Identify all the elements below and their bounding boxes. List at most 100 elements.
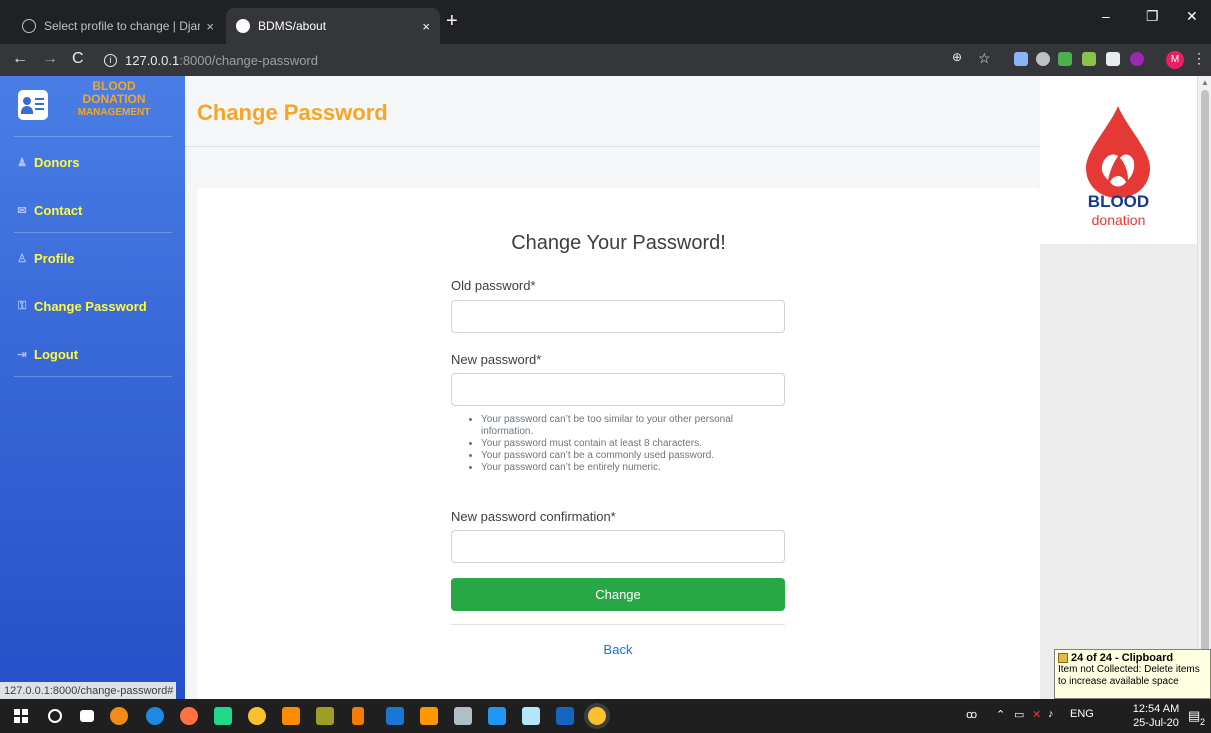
envelope-icon: ✉ xyxy=(17,204,27,217)
old-password-label: Old password* xyxy=(451,278,536,293)
url-host: 127.0.0.1 xyxy=(125,52,180,68)
back-arrow-icon[interactable]: ← xyxy=(12,50,28,68)
password-help-list: Your password can’t be too similar to yo… xyxy=(467,414,787,474)
address-bar[interactable]: i 127.0.0.1 :8000/change-password xyxy=(104,48,964,72)
sidebar-item-label: Change Password xyxy=(34,298,147,314)
sidebar-item-contact[interactable]: ✉ Contact xyxy=(16,200,82,220)
chrome-icon[interactable] xyxy=(248,707,266,725)
blood-donation-logo: BLOOD donation xyxy=(1040,76,1197,244)
network-icon[interactable]: ✕ xyxy=(1032,708,1041,721)
scroll-thumb[interactable] xyxy=(1201,90,1209,690)
main-content: Change Password Change Your Password! Ol… xyxy=(185,76,1040,699)
sidebar-item-logout[interactable]: ⇥ Logout xyxy=(16,344,78,364)
sidebar-item-profile[interactable]: ♙ Profile xyxy=(16,248,74,268)
volume-icon[interactable]: ♪ xyxy=(1048,708,1054,720)
file-explorer-icon[interactable] xyxy=(386,707,404,725)
help-item: Your password can’t be too similar to yo… xyxy=(481,414,787,438)
search-circle-icon[interactable] xyxy=(48,709,62,723)
help-item: Your password can’t be a commonly used p… xyxy=(481,450,787,462)
add-user-icon: ♟ xyxy=(17,156,27,169)
brand-line-2: DONATION xyxy=(82,92,146,106)
pycharm-icon[interactable] xyxy=(214,707,232,725)
tab-bdms-about[interactable]: BDMS/about × xyxy=(226,8,440,44)
logout-icon: ⇥ xyxy=(17,348,27,361)
help-item: Your password must contain at least 8 ch… xyxy=(481,438,787,450)
download-extension-icon[interactable] xyxy=(1014,52,1028,66)
new-tab-button[interactable]: + xyxy=(446,10,458,33)
brave-browser-icon[interactable] xyxy=(110,707,128,725)
minimize-button[interactable]: – xyxy=(1102,8,1110,24)
powershell-icon[interactable] xyxy=(556,707,574,725)
back-link[interactable]: Back xyxy=(451,642,785,657)
color-extension-icon[interactable] xyxy=(1058,52,1072,66)
profile-extension-icon[interactable] xyxy=(1130,52,1144,66)
paint-icon[interactable] xyxy=(454,707,472,725)
clipboard-title-row: 24 of 24 - Clipboard xyxy=(1058,652,1207,664)
edge-browser-icon[interactable] xyxy=(146,707,164,725)
battery-extension-icon[interactable] xyxy=(1082,52,1096,66)
new-password-field[interactable] xyxy=(451,373,785,406)
form-divider xyxy=(451,624,785,625)
confirm-password-label: New password confirmation* xyxy=(451,509,616,524)
brand[interactable]: BLOOD DONATION MANAGEMENT xyxy=(0,76,185,136)
sidebar-item-donors[interactable]: ♟ Donors xyxy=(16,152,79,172)
language-indicator[interactable]: ENG xyxy=(1070,708,1094,720)
shield-extension-icon[interactable] xyxy=(1036,52,1050,66)
logo-word-donation: donation xyxy=(1091,212,1146,228)
bookmark-star-icon[interactable]: ☆ xyxy=(978,50,991,67)
vscode-icon[interactable] xyxy=(488,707,506,725)
sidebar-divider xyxy=(14,376,172,377)
jupyter-icon[interactable] xyxy=(352,707,364,725)
old-password-field[interactable] xyxy=(451,300,785,333)
system-clock[interactable]: 12:54 AM 25-Jul-20 xyxy=(1130,702,1182,730)
scroll-up-arrow-icon[interactable]: ▲ xyxy=(1201,78,1209,87)
new-password-label: New password* xyxy=(451,352,542,367)
sidebar-item-change-password[interactable]: ⚿ Change Password xyxy=(16,296,147,316)
confirm-password-field[interactable] xyxy=(451,530,785,563)
page-scrollbar[interactable]: ▲ xyxy=(1197,76,1211,699)
close-window-button[interactable]: ✕ xyxy=(1186,8,1198,25)
globe-icon xyxy=(236,19,250,33)
clipboard-title: 24 of 24 - Clipboard xyxy=(1071,652,1174,664)
clipboard-icon xyxy=(1058,653,1068,664)
sidebar-item-label: Contact xyxy=(34,202,83,218)
clipboard-message: Item not Collected: Delete items to incr… xyxy=(1058,664,1200,687)
form-heading: Change Your Password! xyxy=(511,232,726,254)
change-button[interactable]: Change xyxy=(451,578,785,611)
battery-icon[interactable]: ▭ xyxy=(1014,708,1024,721)
maximize-button[interactable]: ❐ xyxy=(1146,8,1159,25)
xampp-icon[interactable] xyxy=(282,707,300,725)
windows-start-icon[interactable] xyxy=(14,709,28,723)
change-password-card: Change Your Password! Old password* New … xyxy=(197,188,1040,699)
chrome-active-icon[interactable] xyxy=(588,707,606,725)
sidebar: BLOOD DONATION MANAGEMENT ♟ Donors ✉ Con… xyxy=(0,76,185,699)
help-item: Your password can’t be entirely numeric. xyxy=(481,462,787,474)
sidebar-divider xyxy=(14,232,172,233)
header-divider xyxy=(185,146,1040,147)
notepad-icon[interactable] xyxy=(316,707,334,725)
tab-close-icon[interactable]: × xyxy=(422,19,430,34)
task-view-icon[interactable] xyxy=(80,710,94,722)
info-icon[interactable]: i xyxy=(104,53,117,67)
screen: Select profile to change | Django × BDMS… xyxy=(0,0,1211,733)
people-icon[interactable]: ꝏ xyxy=(966,708,977,721)
globe-icon xyxy=(22,19,36,33)
key-icon: ⚿ xyxy=(17,299,27,312)
chevron-up-icon[interactable]: ⌃ xyxy=(996,708,1005,721)
tab-close-icon[interactable]: × xyxy=(206,19,214,34)
clipboard-notification[interactable]: 24 of 24 - Clipboard Item not Collected:… xyxy=(1054,649,1211,699)
forward-arrow-icon[interactable]: → xyxy=(42,50,58,68)
browser-toolbar: ← → C i 127.0.0.1 :8000/change-password … xyxy=(0,44,1211,76)
clock-date: 25-Jul-20 xyxy=(1133,717,1179,729)
puzzle-extensions-icon[interactable] xyxy=(1106,52,1120,66)
menu-kebab-icon[interactable]: ⋮ xyxy=(1192,50,1206,67)
word-pad-icon[interactable] xyxy=(522,707,540,725)
firefox-icon[interactable] xyxy=(180,707,198,725)
sublime-text-icon[interactable] xyxy=(420,707,438,725)
zoom-icon[interactable]: ⊕ xyxy=(952,50,962,64)
clock-time: 12:54 AM xyxy=(1132,703,1180,715)
profile-avatar[interactable]: M xyxy=(1166,51,1184,69)
notification-icon[interactable]: ▤ xyxy=(1188,708,1200,724)
tab-django-admin[interactable]: Select profile to change | Django × xyxy=(12,8,224,44)
reload-icon[interactable]: C xyxy=(72,50,84,68)
